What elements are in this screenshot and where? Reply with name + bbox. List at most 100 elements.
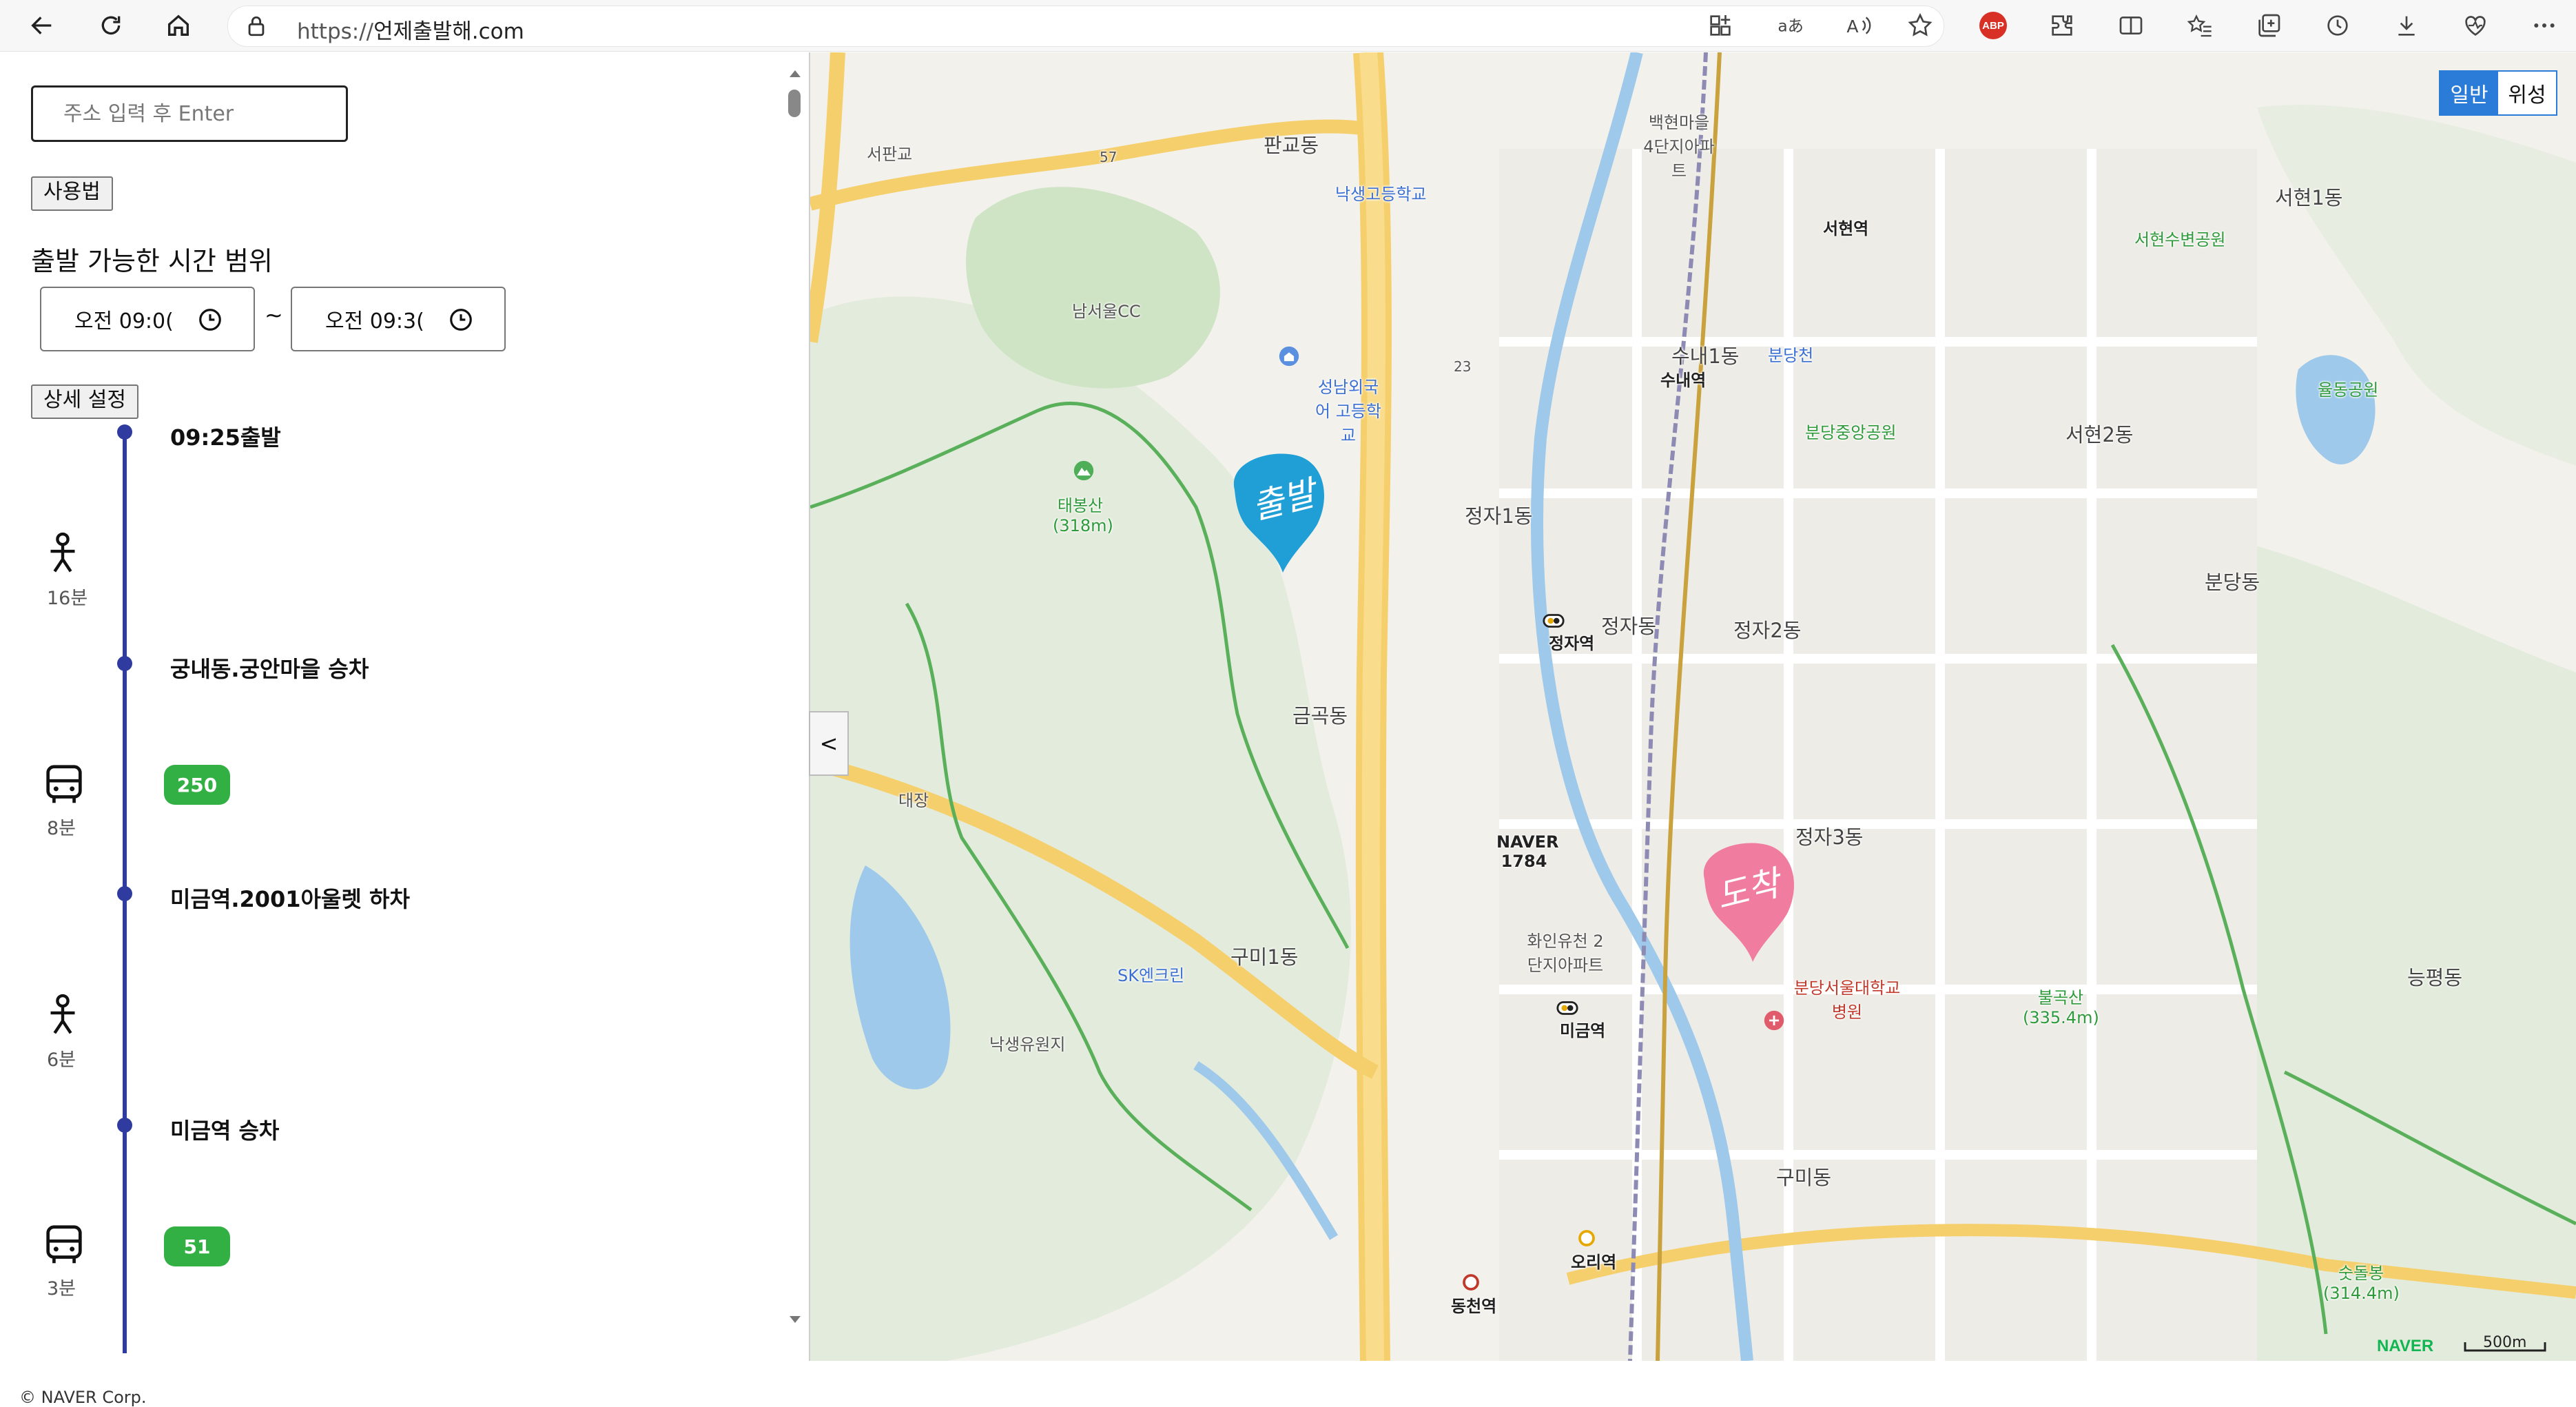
extensions-puzzle-icon[interactable]	[2043, 7, 2081, 44]
map-label: 정자2동	[1733, 619, 1802, 642]
reload-icon[interactable]	[92, 7, 130, 44]
mountain-pin-icon[interactable]	[1072, 459, 1095, 482]
scale-label: 500m	[2483, 1334, 2527, 1351]
subway-station-icon[interactable]	[1576, 1228, 1597, 1249]
map-label: 숫돌봉 (314.4m)	[2323, 1264, 2400, 1303]
map-label: 서현1동	[2275, 186, 2343, 209]
panel-scrollbar-thumb[interactable]	[788, 90, 801, 117]
departure-time-label: 09:25출발	[170, 424, 281, 451]
map-label: 서현역	[1823, 219, 1869, 238]
lock-icon[interactable]	[245, 14, 268, 38]
bus-minutes: 8분	[47, 818, 76, 839]
walk-icon	[50, 532, 75, 573]
detail-settings-button[interactable]: 상세 설정	[31, 384, 138, 419]
map-label: 낙생고등학교	[1335, 185, 1427, 204]
usage-button[interactable]: 사용법	[31, 176, 113, 211]
clock-icon[interactable]	[448, 307, 474, 333]
map-label: 구미동	[1776, 1166, 1832, 1189]
map-label: 서현수변공원	[2134, 230, 2226, 249]
walk-icon	[50, 994, 75, 1034]
subway-station-icon[interactable]	[1542, 609, 1565, 633]
map-label: 미금역	[1560, 1021, 1606, 1040]
school-pin-icon[interactable]	[1277, 345, 1301, 368]
collections-icon[interactable]	[2250, 7, 2287, 44]
start-time-value: 오전 09:0(	[74, 309, 174, 333]
split-screen-icon[interactable]	[2112, 7, 2150, 44]
clock-icon[interactable]	[197, 307, 223, 333]
map-label: 금곡동	[1292, 704, 1348, 728]
map-label: 구미1동	[1230, 945, 1299, 969]
route-shield: 57	[1100, 149, 1117, 165]
walk-minutes: 6분	[47, 1049, 76, 1071]
map-label: 불곡산 (335.4m)	[2023, 988, 2099, 1027]
translate-icon[interactable]: aあ	[1771, 7, 1808, 44]
favorite-star-icon[interactable]	[1902, 7, 1939, 44]
timeline-dot	[117, 656, 132, 671]
map-label: 정자3동	[1795, 825, 1864, 849]
map-label: 정자1동	[1465, 504, 1533, 528]
naver-logo: NAVER	[2377, 1337, 2434, 1355]
map-label: 분당동	[2205, 571, 2260, 594]
start-time-input[interactable]: 오전 09:0(	[40, 287, 255, 351]
map-label: 수내1동	[1671, 345, 1740, 368]
settings-more-icon[interactable]	[2526, 7, 2563, 44]
alighting-stop-label: 미금역.2001아울렛 하차	[170, 886, 410, 912]
hospital-pin-icon[interactable]	[1762, 1009, 1786, 1032]
map-label: 수내역	[1660, 371, 1707, 390]
home-icon[interactable]	[160, 7, 197, 44]
favorites-list-icon[interactable]	[2181, 7, 2218, 44]
map-label: 분당서울대학교 병원	[1793, 978, 1901, 1022]
browser-toolbar: https://언제출발해.com aあ A ABP	[0, 0, 2576, 52]
address-bar[interactable]: https://언제출발해.com	[227, 6, 1944, 47]
panel-scrollbar[interactable]	[785, 52, 805, 1361]
read-aloud-icon[interactable]: A	[1840, 7, 1877, 44]
address-search-input[interactable]	[31, 85, 348, 142]
bus-number-badge: 51	[164, 1226, 230, 1266]
map-label: 태봉산 (318m)	[1053, 496, 1113, 535]
collapse-panel-button[interactable]: <	[809, 711, 849, 776]
map-label: 분당천	[1768, 346, 1814, 365]
downloads-icon[interactable]	[2388, 7, 2425, 44]
bus-minutes: 3분	[47, 1278, 76, 1300]
route-shield: 23	[1454, 358, 1472, 375]
timeline-dot	[117, 1118, 132, 1133]
map-label: 대장	[898, 791, 929, 810]
bus-icon	[46, 1225, 82, 1264]
subway-station-icon[interactable]	[1556, 996, 1579, 1020]
copyright-text: © NAVER Corp.	[19, 1388, 147, 1407]
map-label: SK엔크린	[1117, 966, 1185, 985]
map-view[interactable]: 출발 도착 판교동 서현역 서현1동 서현2동 수내1동 수내역 분당천 정자동…	[810, 52, 2576, 1361]
svg-text:aあ: aあ	[1778, 16, 1803, 35]
timeline-dot	[117, 424, 132, 440]
map-satellite-button[interactable]: 위성	[2498, 72, 2556, 114]
end-time-value: 오전 09:3(	[325, 309, 424, 333]
map-label: 능평동	[2407, 966, 2463, 989]
map-label: 분당중앙공원	[1805, 423, 1897, 442]
map-label: 남서울CC	[1072, 302, 1141, 321]
map-label: 화인유천 2단지아파트	[1527, 932, 1604, 975]
app-grid-icon[interactable]	[1702, 7, 1739, 44]
url-text[interactable]: https://언제출발해.com	[297, 14, 524, 45]
subway-station-icon[interactable]	[1461, 1272, 1481, 1293]
map-label: 오리역	[1571, 1253, 1617, 1272]
back-icon[interactable]	[23, 7, 61, 44]
time-separator: ~	[265, 302, 283, 328]
bus-icon	[46, 765, 82, 803]
map-type-toggle[interactable]: 일반 위성	[2439, 70, 2557, 116]
map-label: 율동공원	[2318, 380, 2379, 400]
boarding-stop-label: 미금역 승차	[170, 1118, 280, 1144]
adblock-icon[interactable]: ABP	[1975, 7, 2012, 44]
bus-number-badge: 250	[164, 765, 230, 805]
map-label: 판교동	[1264, 134, 1319, 157]
map-normal-button[interactable]: 일반	[2440, 72, 2498, 114]
map-base-layer	[810, 52, 2576, 1361]
history-icon[interactable]	[2319, 7, 2356, 44]
map-label: 서현2동	[2065, 423, 2134, 446]
end-time-input[interactable]: 오전 09:3(	[291, 287, 506, 351]
walk-minutes: 16분	[47, 588, 88, 609]
map-label: 낙생유원지	[989, 1035, 1066, 1054]
departure-range-title: 출발 가능한 시간 범위	[31, 246, 273, 276]
map-label: 백현마을 4단지아파트	[1643, 113, 1715, 181]
boarding-stop-label: 궁내동.궁안마을 승차	[170, 656, 369, 682]
performance-heart-icon[interactable]	[2457, 7, 2494, 44]
